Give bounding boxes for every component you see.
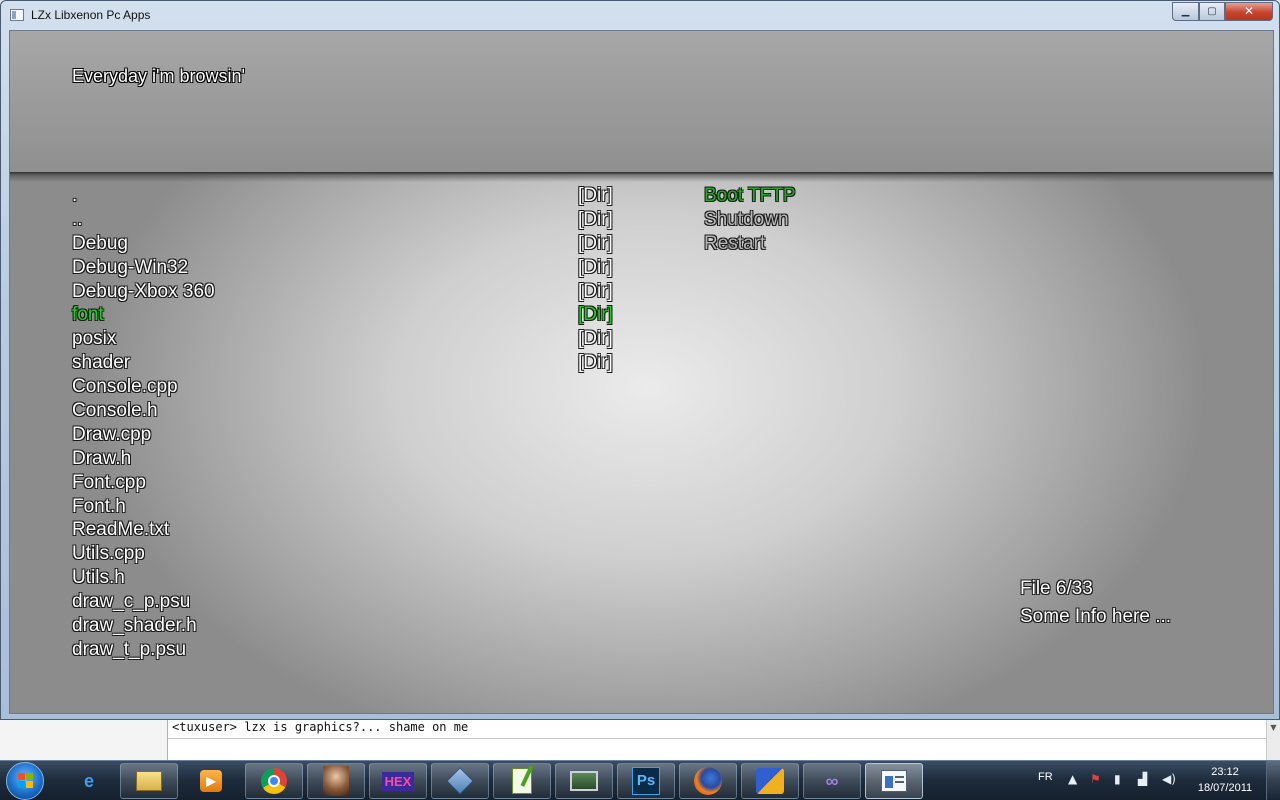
menu-item-shutdown[interactable]: Shutdown — [704, 208, 796, 232]
file-row[interactable]: posix [Dir] — [72, 327, 613, 351]
file-row[interactable]: Font.h — [72, 495, 542, 519]
chat-scrollbar[interactable]: ▼ — [1266, 720, 1280, 760]
file-name: ReadMe.txt — [72, 519, 170, 541]
background-chat-sidebar — [0, 717, 168, 760]
file-type-tag: [Dir] — [578, 304, 613, 326]
file-name: Font.cpp — [72, 471, 146, 493]
windows-logo-icon — [18, 773, 34, 789]
file-name: draw_shader.h — [72, 615, 197, 637]
file-name: Draw.h — [72, 447, 132, 469]
show-desktop-button[interactable] — [1266, 761, 1280, 800]
file-type-tag: [Dir] — [578, 208, 613, 230]
minimize-button[interactable]: ▁ — [1172, 2, 1199, 21]
volume-icon[interactable]: ◀) — [1162, 772, 1176, 786]
file-row[interactable]: Draw.cpp — [72, 423, 542, 447]
file-name: Debug — [72, 232, 128, 254]
file-type-tag: [Dir] — [578, 280, 613, 302]
window-icon — [10, 9, 24, 21]
file-row[interactable]: draw_t_p.psu — [72, 638, 542, 662]
file-name: Console.cpp — [72, 376, 178, 398]
chat-message: <tuxuser> lzx is graphics?... shame on m… — [172, 720, 469, 734]
window-title: LZx Libxenon Pc Apps — [31, 8, 151, 22]
photoshop-label: Ps — [632, 767, 660, 795]
file-info: Some Info here ... — [1020, 606, 1172, 627]
taskbar: e ▶ HEX Ps ∞ — [0, 760, 1280, 800]
file-name: shader — [72, 352, 131, 374]
file-row[interactable]: . [Dir] — [72, 184, 613, 208]
hex-editor-icon[interactable]: HEX — [369, 763, 427, 799]
header-band: Everyday i'm browsin' — [10, 31, 1273, 182]
firefox-icon[interactable] — [679, 763, 737, 799]
file-row[interactable]: font [Dir] — [72, 303, 613, 327]
menu-item-restart[interactable]: Restart — [704, 232, 796, 256]
file-row[interactable]: .. [Dir] — [72, 208, 613, 232]
file-name: Font.h — [72, 495, 126, 517]
file-name: draw_c_p.psu — [72, 591, 191, 613]
file-list: . [Dir].. [Dir] Debug [Dir] Debug-Win32 [Dir] D… — [72, 184, 613, 662]
photoshop-icon[interactable]: Ps — [617, 763, 675, 799]
action-center-icon[interactable]: ⚑ — [1090, 772, 1101, 786]
file-row[interactable]: Debug [Dir] — [72, 232, 613, 256]
file-type-tag: [Dir] — [578, 256, 613, 278]
file-type-tag: [Dir] — [578, 352, 613, 374]
libxenon-app-icon[interactable] — [865, 763, 923, 799]
file-row[interactable]: Utils.cpp — [72, 542, 542, 566]
file-row[interactable]: Debug-Xbox 360 [Dir] — [72, 280, 613, 304]
file-row[interactable]: ReadMe.txt — [72, 518, 542, 542]
start-button[interactable] — [6, 762, 44, 800]
visual-studio-icon[interactable]: ∞ — [803, 763, 861, 799]
file-name: Debug-Xbox 360 — [72, 280, 215, 302]
maximize-button[interactable]: ▢ — [1199, 2, 1225, 21]
file-name: Utils.h — [72, 567, 125, 589]
file-name: Utils.cpp — [72, 543, 145, 565]
show-hidden-icons-icon[interactable]: ▲ — [1068, 772, 1077, 786]
file-type-tag: [Dir] — [578, 185, 613, 206]
file-name: draw_t_p.psu — [72, 638, 187, 660]
remote-desktop-icon[interactable] — [555, 763, 613, 799]
file-type-tag: [Dir] — [578, 232, 613, 254]
app-window: LZx Libxenon Pc Apps ▁ ▢ ✕ Everyday i'm … — [0, 0, 1280, 720]
file-row[interactable]: Debug-Win32 [Dir] — [72, 256, 613, 280]
chrome-icon[interactable] — [245, 763, 303, 799]
file-name: Console.h — [72, 400, 158, 422]
file-counter: File 6/33 — [1020, 578, 1093, 599]
clock[interactable]: 23:12 18/07/2011 — [1190, 764, 1260, 796]
internet-explorer-icon[interactable]: e — [60, 763, 118, 799]
language-indicator[interactable]: FR — [1038, 771, 1053, 783]
explorer-icon[interactable] — [120, 763, 178, 799]
info-panel: File 6/33 Some Info here ... — [1020, 575, 1171, 631]
file-row[interactable]: Font.cpp — [72, 471, 542, 495]
file-row[interactable]: Draw.h — [72, 447, 542, 471]
virtualbox-icon[interactable] — [431, 763, 489, 799]
file-row[interactable]: draw_shader.h — [72, 614, 542, 638]
file-row[interactable]: Utils.h — [72, 566, 542, 590]
file-type-tag: [Dir] — [578, 328, 613, 350]
titlebar[interactable]: LZx Libxenon Pc Apps ▁ ▢ ✕ — [1, 1, 1279, 30]
action-menu: Boot TFTP Shutdown Restart — [704, 184, 796, 256]
file-row[interactable]: draw_c_p.psu — [72, 590, 542, 614]
portrait-app-icon[interactable] — [307, 763, 365, 799]
file-name: . — [72, 185, 78, 206]
file-name: Draw.cpp — [72, 423, 152, 445]
notepad-icon[interactable] — [493, 763, 551, 799]
clock-date: 18/07/2011 — [1197, 782, 1253, 794]
hex-label: HEX — [381, 771, 415, 791]
close-button[interactable]: ✕ — [1225, 2, 1273, 21]
network-icon[interactable]: ▟ — [1138, 772, 1147, 786]
file-name: font — [72, 304, 104, 326]
power-icon[interactable]: ▮ — [1114, 772, 1121, 786]
header-title: Everyday i'm browsin' — [72, 66, 245, 86]
paint-app-icon[interactable] — [741, 763, 799, 799]
file-name: posix — [72, 328, 117, 350]
file-row[interactable]: shader [Dir] — [72, 351, 613, 375]
clock-time: 23:12 — [1211, 766, 1239, 778]
chat-separator — [168, 738, 1268, 739]
app-canvas: Everyday i'm browsin' . [Dir].. [Dir] Debug… — [9, 30, 1274, 714]
file-row[interactable]: Console.h — [72, 399, 542, 423]
file-row[interactable]: Console.cpp — [72, 375, 542, 399]
file-name: Debug-Win32 — [72, 256, 189, 278]
media-player-icon[interactable]: ▶ — [182, 763, 240, 799]
menu-item-boot-tftp[interactable]: Boot TFTP — [704, 184, 796, 208]
file-name: .. — [72, 208, 83, 230]
